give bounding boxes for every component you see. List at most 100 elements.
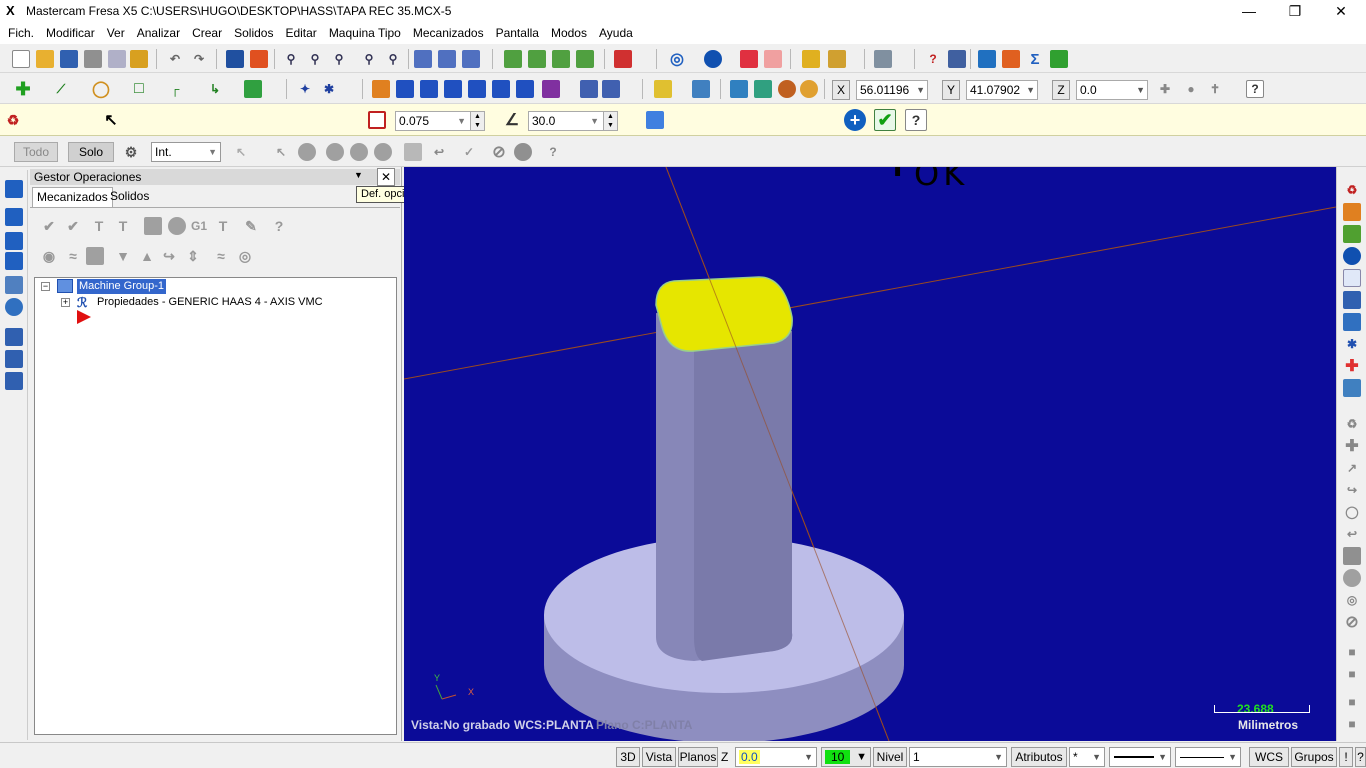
minimize-button[interactable]: —	[1226, 0, 1272, 22]
r-icon-10[interactable]	[1343, 379, 1361, 397]
solid-shade-1-icon[interactable]	[730, 80, 748, 98]
r-icon-19[interactable]: ◎	[1343, 591, 1361, 609]
r-icon-24[interactable]: ■	[1343, 715, 1361, 733]
break-icon[interactable]: ✱	[320, 80, 338, 98]
r-icon-4[interactable]	[1343, 247, 1361, 265]
lock-tool-icon[interactable]: ✎	[242, 217, 260, 235]
high-speed-icon[interactable]: T	[214, 217, 232, 235]
wire-icon[interactable]	[764, 50, 782, 68]
ok-check-icon[interactable]: ✔	[874, 109, 896, 131]
menu-file[interactable]: Fich.	[2, 22, 40, 44]
r-icon-14[interactable]: ↪	[1343, 481, 1361, 499]
cube-red-icon[interactable]	[614, 50, 632, 68]
pan-icon[interactable]	[226, 50, 244, 68]
sel-poly-icon[interactable]	[298, 143, 316, 161]
post-g1-icon[interactable]: G1	[190, 217, 208, 235]
maximize-button[interactable]: ❐	[1272, 0, 1318, 22]
level-label[interactable]: Nivel	[873, 747, 907, 767]
x-coord-field[interactable]: 56.01196 ▼	[856, 80, 928, 100]
level-field[interactable]: 1 ▼	[909, 747, 1007, 767]
y-coord-field[interactable]: 41.07902 ▼	[966, 80, 1038, 100]
cube-iso-icon[interactable]	[576, 50, 594, 68]
line-width-field[interactable]: ▼	[1175, 747, 1241, 767]
xform-6-icon[interactable]	[492, 80, 510, 98]
cube-front-icon[interactable]	[528, 50, 546, 68]
r-icon-5[interactable]	[1343, 269, 1361, 287]
insert-arrow-icon[interactable]: ↪	[160, 247, 178, 265]
menu-toolpaths[interactable]: Mecanizados	[407, 22, 490, 44]
ops-close-icon[interactable]: ✕	[377, 168, 395, 186]
open-file-icon[interactable]	[36, 50, 54, 68]
rectangle-icon[interactable]: □	[130, 80, 148, 98]
r-icon-8[interactable]: ✱	[1343, 335, 1361, 353]
light-icon[interactable]	[654, 80, 672, 98]
r-icon-12[interactable]: ✚	[1343, 437, 1361, 455]
z-depth-field[interactable]: 0.0 ▼	[735, 747, 817, 767]
display-options-icon[interactable]: ◎	[236, 247, 254, 265]
simulate-ops-icon[interactable]	[168, 217, 186, 235]
brush-icon[interactable]	[130, 50, 148, 68]
grid-icon[interactable]	[948, 50, 966, 68]
r-icon-23[interactable]: ■	[1343, 693, 1361, 711]
zoom-prev-icon[interactable]: ⚲	[384, 50, 402, 68]
menu-help[interactable]: Ayuda	[593, 22, 639, 44]
graphics-viewport[interactable]: ↑ OK Y X Vista:No grabado WCS:PLANTA Pla…	[404, 167, 1336, 741]
lock-icon[interactable]: ◉	[40, 247, 58, 265]
select-all-button[interactable]: Todo	[14, 142, 58, 162]
r-icon-2[interactable]	[1343, 203, 1361, 221]
select-arrow-icon[interactable]: ↖	[102, 111, 120, 129]
ops-6-icon[interactable]	[5, 328, 23, 346]
regen-ops-icon[interactable]: ✔	[64, 217, 82, 235]
menu-modify[interactable]: Modificar	[40, 22, 101, 44]
toggle-display-icon[interactable]: ≈	[64, 247, 82, 265]
sel-window-icon[interactable]: ↖	[272, 143, 290, 161]
close-button[interactable]: ✕	[1318, 0, 1364, 22]
fast-point-icon[interactable]: ●	[1182, 80, 1200, 98]
ruler-icon[interactable]	[802, 50, 820, 68]
scroll-icon[interactable]: ⇕	[184, 247, 202, 265]
chamfer-icon[interactable]: ↳	[206, 80, 224, 98]
simulate-icon[interactable]	[1002, 50, 1020, 68]
ops-5-icon[interactable]	[5, 298, 23, 316]
wcs-button[interactable]: WCS	[1249, 747, 1289, 767]
autocursor-icon[interactable]: ✚	[1156, 80, 1174, 98]
menu-view[interactable]: Ver	[101, 22, 131, 44]
3d-button[interactable]: 3D	[616, 747, 640, 767]
select-only-button[interactable]: Solo	[68, 142, 114, 162]
r-icon-16[interactable]: ↩	[1343, 525, 1361, 543]
undo-icon[interactable]: ↶	[166, 50, 184, 68]
solid-shade-2-icon[interactable]	[754, 80, 772, 98]
xform-4-icon[interactable]	[444, 80, 462, 98]
menu-modes[interactable]: Modos	[545, 22, 593, 44]
tree-expand-icon[interactable]: +	[61, 298, 70, 307]
xform-2-icon[interactable]	[396, 80, 414, 98]
ribbon-settings-icon[interactable]: ♻	[4, 111, 22, 129]
globe-icon[interactable]: ◎	[668, 50, 686, 68]
select-all-ops-icon[interactable]: ✔	[40, 217, 58, 235]
menu-screen[interactable]: Pantalla	[490, 22, 545, 44]
menu-edit[interactable]: Editar	[279, 22, 322, 44]
menu-machine-type[interactable]: Maquina Tipo	[323, 22, 407, 44]
xform-7-icon[interactable]	[516, 80, 534, 98]
ribbon-help-icon[interactable]: ?	[905, 109, 927, 131]
r-icon-3[interactable]	[1343, 225, 1361, 243]
fillet-icon[interactable]: ┌	[166, 80, 184, 98]
array-icon[interactable]	[580, 80, 598, 98]
select-chain-icon[interactable]	[414, 50, 432, 68]
angle-field[interactable]: 30.0 ▼ ▲ ▼	[528, 111, 618, 131]
menu-create[interactable]: Crear	[186, 22, 228, 44]
point-style-field[interactable]: * ▼	[1069, 747, 1105, 767]
r-icon-20[interactable]: ⊘	[1343, 613, 1361, 631]
repaint-icon[interactable]	[250, 50, 268, 68]
tools-icon[interactable]	[874, 50, 892, 68]
ops-2-icon[interactable]	[5, 232, 23, 250]
sum-icon[interactable]: Σ	[1026, 50, 1044, 68]
backplot-icon[interactable]: T	[90, 217, 108, 235]
r-icon-1[interactable]: ♻	[1343, 181, 1361, 199]
cube-side-icon[interactable]	[552, 50, 570, 68]
post-icon[interactable]	[1050, 50, 1068, 68]
stretch-icon[interactable]	[602, 80, 620, 98]
line-icon[interactable]: ⟋	[52, 80, 70, 98]
r-icon-15[interactable]: ◯	[1343, 503, 1361, 521]
sel-chain-icon[interactable]	[374, 143, 392, 161]
